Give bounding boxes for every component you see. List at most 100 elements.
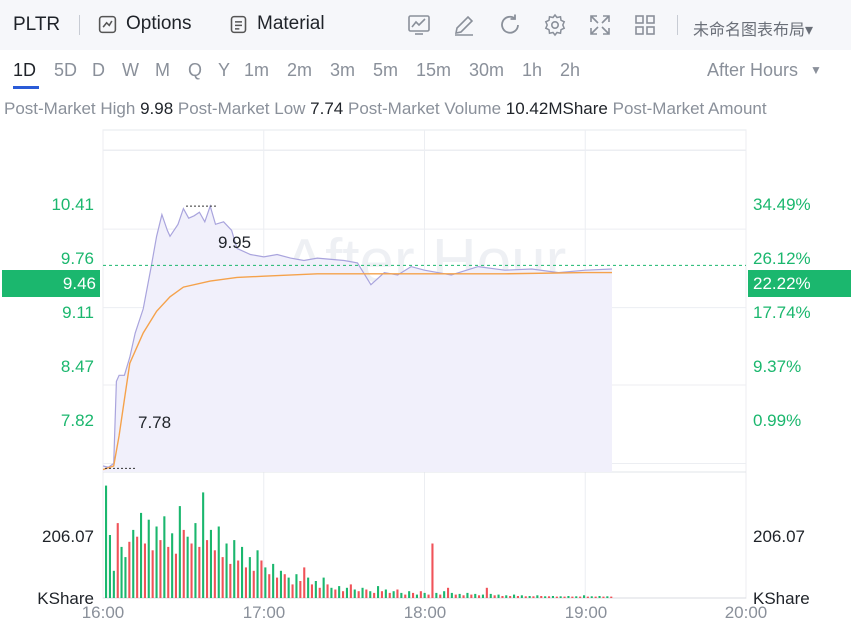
volume-bar: [481, 594, 484, 598]
volume-bar: [427, 594, 430, 598]
volume-bar: [462, 595, 465, 598]
volume-bar: [318, 587, 321, 598]
y-tick-right: 9.37%: [753, 357, 802, 376]
y-tick-left: 9.11: [62, 303, 94, 322]
volume-bar: [268, 574, 271, 598]
x-tick: 16:00: [81, 603, 125, 622]
volume-bar: [295, 574, 298, 598]
volume-bar: [548, 596, 551, 598]
volume-bar: [314, 581, 317, 598]
volume-bar: [361, 587, 364, 598]
volume-bar: [182, 529, 185, 598]
y-tick-left: 10.41: [51, 195, 94, 214]
volume-bar: [136, 536, 139, 598]
volume-bar: [217, 526, 220, 598]
volume-bar: [353, 589, 356, 598]
y-tick-left: 8.47: [60, 357, 94, 376]
volume-bar: [128, 541, 131, 598]
volume-bar: [598, 596, 601, 598]
volume-bar: [505, 595, 508, 598]
volume-bar: [221, 557, 224, 598]
y-tick-right: 26.12%: [753, 249, 811, 268]
volume-bar: [252, 570, 255, 598]
volume-bar: [590, 596, 593, 598]
volume-bar: [272, 563, 275, 598]
y-tick-right: 0.99%: [753, 411, 802, 430]
volume-bar: [450, 592, 453, 598]
volume-bar: [248, 557, 251, 598]
volume-bar: [586, 596, 589, 598]
volume-bar: [555, 596, 558, 598]
volume-bar: [276, 577, 279, 598]
volume-bar: [384, 589, 387, 598]
volume-bar: [167, 546, 170, 598]
volume-bar: [423, 592, 426, 598]
volume-bar: [373, 592, 376, 598]
volume-bar: [151, 550, 154, 598]
volume-bar: [431, 543, 434, 598]
volume-bar: [497, 594, 500, 598]
volume-bar: [124, 557, 127, 598]
volume-bar: [540, 596, 543, 598]
volume-bar: [380, 591, 383, 598]
volume-bar: [237, 560, 240, 598]
volume-bar: [326, 584, 329, 598]
volume-bar: [260, 560, 263, 598]
volume-bar: [439, 594, 442, 598]
volume-tick-right: 206.07: [753, 527, 805, 546]
x-tick: 17:00: [242, 603, 286, 622]
volume-bar: [567, 596, 570, 598]
volume-bar: [202, 492, 205, 598]
volume-bar: [419, 591, 422, 598]
volume-bar: [291, 584, 294, 598]
volume-bar: [447, 587, 450, 598]
volume-bar: [120, 546, 123, 598]
volume-bar: [575, 596, 578, 598]
volume-bar: [544, 596, 547, 598]
volume-bar: [466, 592, 469, 598]
volume-bar: [563, 596, 566, 598]
price-chart[interactable]: After Hour: [0, 0, 851, 628]
volume-bar: [513, 594, 516, 598]
y-tick-right: 17.74%: [753, 303, 811, 322]
volume-bar: [299, 581, 302, 598]
volume-bar: [322, 577, 325, 598]
volume-bar: [365, 589, 368, 598]
volume-tick-left: 206.07: [42, 527, 94, 546]
low-annotation: 7.78: [138, 413, 172, 432]
volume-bar: [443, 591, 446, 598]
volume-bar: [404, 594, 407, 598]
volume-bar: [357, 591, 360, 598]
volume-bar: [602, 596, 605, 598]
volume-bar: [279, 570, 282, 598]
volume-bar: [412, 592, 415, 598]
volume-bar: [493, 595, 496, 598]
volume-bar: [551, 596, 554, 598]
volume-bar: [400, 592, 403, 598]
volume-bar: [501, 596, 504, 598]
volume-bar: [345, 587, 348, 598]
volume-bar: [310, 584, 313, 598]
volume-bar: [509, 596, 512, 598]
volume-bar: [194, 523, 197, 598]
x-tick: 19:00: [564, 603, 608, 622]
volume-bar: [415, 594, 418, 598]
volume-bar: [155, 526, 158, 598]
volume-bar: [559, 596, 562, 598]
y-tick-right: 34.49%: [753, 195, 811, 214]
volume-bar: [579, 596, 582, 598]
volume-bars: [105, 485, 613, 598]
volume-bar: [143, 543, 146, 598]
volume-bar: [528, 596, 531, 598]
volume-bar: [132, 529, 135, 598]
last-change-badge: 22.22%: [748, 270, 851, 297]
volume-bar: [435, 592, 438, 598]
x-tick: 18:00: [403, 603, 447, 622]
volume-bar: [112, 570, 115, 598]
volume-bar: [520, 595, 523, 598]
volume-bar: [198, 546, 201, 598]
y-tick-left: 9.76: [60, 249, 94, 268]
volume-bar: [377, 586, 380, 598]
volume-bar: [178, 506, 181, 598]
volume-bar: [190, 543, 193, 598]
